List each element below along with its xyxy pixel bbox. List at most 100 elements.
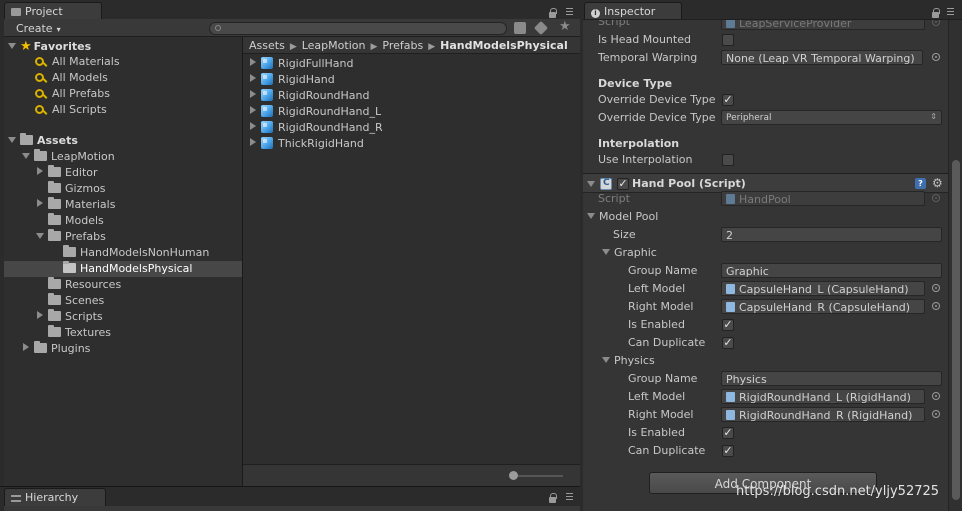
tree-item-plugins[interactable]: Plugins: [4, 341, 242, 357]
filter-by-label-icon[interactable]: [533, 20, 549, 36]
physics-right-model-field[interactable]: RigidRoundHand_R (RigidHand): [721, 407, 925, 422]
project-tab[interactable]: Project: [4, 2, 102, 20]
tree-item-gizmos[interactable]: Gizmos: [4, 181, 242, 197]
foldout-closed-icon[interactable]: [23, 343, 29, 351]
file-item[interactable]: RigidFullHand: [249, 57, 354, 73]
object-picker-icon[interactable]: [932, 20, 940, 26]
file-item[interactable]: RigidHand: [249, 73, 335, 89]
create-dropdown[interactable]: Create: [16, 22, 61, 35]
foldout-open-icon[interactable]: [8, 137, 16, 143]
breadcrumb-item[interactable]: Assets: [249, 39, 285, 52]
project-folder-tree: ★ Favorites All Materials All Models All …: [4, 37, 242, 486]
panel-menu-icon[interactable]: [566, 493, 573, 500]
project-search-input[interactable]: [209, 22, 507, 35]
tree-item-label: Models: [65, 214, 104, 227]
graphic-group-name-field[interactable]: Graphic: [721, 263, 942, 278]
gear-icon[interactable]: ⚙: [932, 176, 943, 190]
lock-icon[interactable]: [932, 8, 940, 18]
tree-item-editor[interactable]: Editor: [4, 165, 242, 181]
object-picker-icon[interactable]: [932, 392, 940, 400]
foldout-closed-icon[interactable]: [250, 122, 256, 130]
hand-pool-script-field[interactable]: HandPool: [721, 191, 925, 206]
foldout-open-icon[interactable]: [8, 43, 16, 49]
file-item[interactable]: RigidRoundHand: [249, 89, 370, 105]
breadcrumb-item[interactable]: LeapMotion: [302, 39, 366, 52]
hand-pool-component-header[interactable]: ✓ Hand Pool (Script) ? ⚙: [583, 173, 948, 193]
foldout-open-icon[interactable]: [602, 357, 610, 363]
foldout-open-icon[interactable]: [36, 233, 44, 239]
foldout-closed-icon[interactable]: [250, 90, 256, 98]
assets-header[interactable]: Assets: [4, 133, 242, 149]
physics-foldout[interactable]: Physics: [602, 354, 655, 367]
favorite-star-icon[interactable]: ★: [559, 19, 571, 34]
object-picker-icon[interactable]: [932, 194, 940, 202]
override-device-type-checkbox[interactable]: ✓: [722, 94, 734, 106]
favorite-item[interactable]: All Models: [4, 70, 242, 86]
foldout-closed-icon[interactable]: [250, 58, 256, 66]
foldout-closed-icon[interactable]: [250, 74, 256, 82]
tree-item-textures[interactable]: Textures: [4, 325, 242, 341]
object-picker-icon[interactable]: [932, 410, 940, 418]
breadcrumb-item-current[interactable]: HandModelsPhysical: [440, 39, 568, 52]
search-icon: [35, 89, 44, 98]
tree-item-materials[interactable]: Materials: [4, 197, 242, 213]
file-item[interactable]: RigidRoundHand_L: [249, 105, 381, 121]
favorite-item[interactable]: All Materials: [4, 54, 242, 70]
temporal-warping-field[interactable]: None (Leap VR Temporal Warping): [721, 50, 923, 65]
component-enabled-checkbox[interactable]: ✓: [617, 178, 629, 190]
object-picker-icon[interactable]: [932, 302, 940, 310]
graphic-foldout[interactable]: Graphic: [602, 246, 657, 259]
icon-size-slider[interactable]: [509, 471, 563, 480]
tree-item-models[interactable]: Models: [4, 213, 242, 229]
inspector-tab[interactable]: i Inspector: [584, 2, 682, 20]
help-icon[interactable]: ?: [915, 178, 926, 189]
tree-item-scripts[interactable]: Scripts: [4, 309, 242, 325]
panel-menu-icon[interactable]: [947, 8, 954, 15]
physics-group-name-field[interactable]: Physics: [721, 371, 942, 386]
graphic-right-model-field[interactable]: CapsuleHand_R (CapsuleHand): [721, 299, 925, 314]
object-picker-icon[interactable]: [932, 284, 940, 292]
tree-item-scenes[interactable]: Scenes: [4, 293, 242, 309]
favorites-header[interactable]: ★ Favorites: [4, 38, 242, 54]
favorite-item[interactable]: All Prefabs: [4, 86, 242, 102]
physics-can-duplicate-checkbox[interactable]: ✓: [722, 445, 734, 457]
tree-item-prefabs[interactable]: Prefabs: [4, 229, 242, 245]
filter-by-type-icon[interactable]: [514, 22, 526, 34]
graphic-can-duplicate-checkbox[interactable]: ✓: [722, 337, 734, 349]
file-item[interactable]: RigidRoundHand_R: [249, 121, 383, 137]
graphic-is-enabled-checkbox[interactable]: ✓: [722, 319, 734, 331]
graphic-left-model-field[interactable]: CapsuleHand_L (CapsuleHand): [721, 281, 925, 296]
inspector-tab-label: Inspector: [604, 5, 656, 18]
foldout-open-icon[interactable]: [587, 213, 595, 219]
scrollbar-thumb[interactable]: [952, 160, 960, 500]
favorite-item[interactable]: All Scripts: [4, 102, 242, 118]
tree-item-resources[interactable]: Resources: [4, 277, 242, 293]
size-field[interactable]: 2: [721, 227, 942, 242]
foldout-closed-icon[interactable]: [37, 167, 43, 175]
file-item[interactable]: ThickRigidHand: [249, 137, 364, 153]
hierarchy-tab[interactable]: Hierarchy: [4, 488, 106, 506]
physics-left-model-field[interactable]: RigidRoundHand_L (RigidHand): [721, 389, 925, 404]
foldout-open-icon[interactable]: [22, 153, 30, 159]
panel-menu-icon[interactable]: [566, 8, 573, 15]
device-type-dropdown[interactable]: Peripheral: [721, 110, 942, 125]
is-head-mounted-checkbox[interactable]: [722, 34, 734, 46]
foldout-closed-icon[interactable]: [37, 311, 43, 319]
breadcrumb-item[interactable]: Prefabs: [382, 39, 423, 52]
lock-icon[interactable]: [549, 8, 557, 18]
foldout-closed-icon[interactable]: [250, 106, 256, 114]
script-field[interactable]: LeapServiceProvider: [721, 20, 925, 30]
object-picker-icon[interactable]: [932, 53, 940, 61]
tree-item-handmodelsphysical[interactable]: HandModelsPhysical: [4, 261, 242, 277]
use-interpolation-checkbox[interactable]: [722, 154, 734, 166]
physics-is-enabled-checkbox[interactable]: ✓: [722, 427, 734, 439]
foldout-closed-icon[interactable]: [250, 138, 256, 146]
foldout-open-icon[interactable]: [602, 249, 610, 255]
foldout-open-icon[interactable]: [587, 181, 595, 187]
foldout-closed-icon[interactable]: [37, 199, 43, 207]
lock-icon[interactable]: [549, 493, 557, 503]
inspector-scrollbar[interactable]: [948, 20, 962, 511]
model-pool-foldout[interactable]: Model Pool: [587, 210, 658, 223]
tree-item-leapmotion[interactable]: LeapMotion: [4, 149, 242, 165]
tree-item-handmodelsnonhuman[interactable]: HandModelsNonHuman: [4, 245, 242, 261]
